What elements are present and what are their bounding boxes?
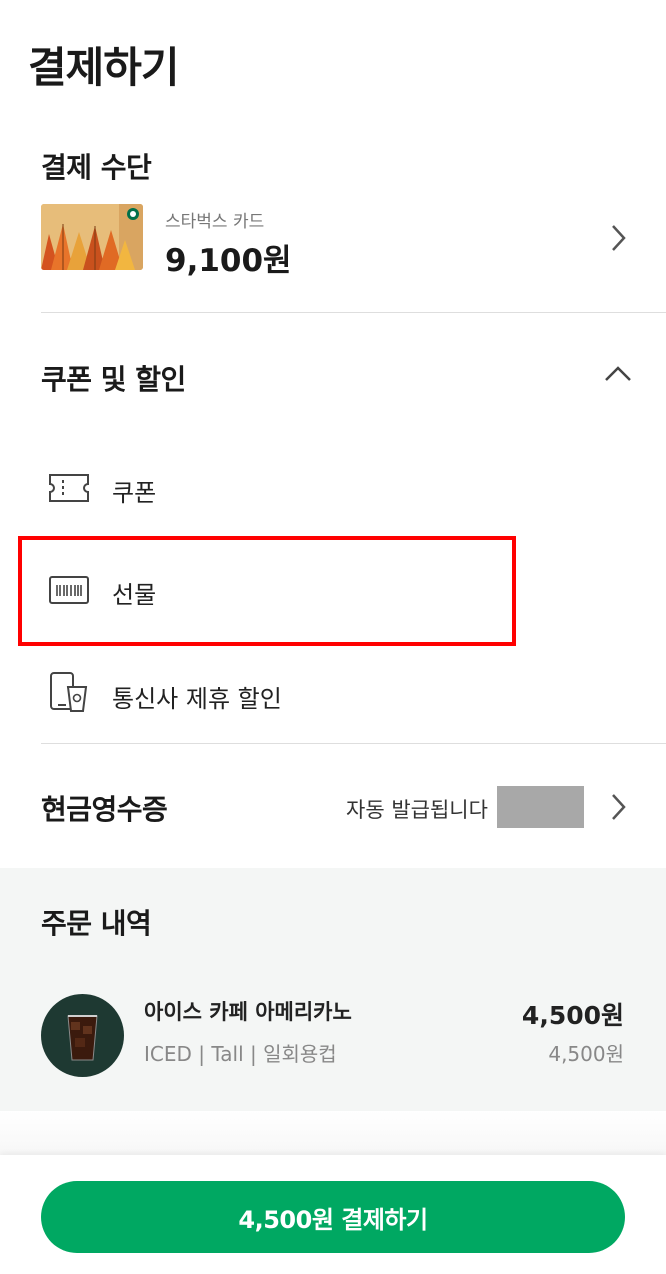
cash-receipt-title: 현금영수증 xyxy=(41,793,168,826)
divider xyxy=(41,312,666,313)
phone-cup-icon xyxy=(50,672,88,712)
chevron-right-icon xyxy=(612,794,626,820)
order-history-section: 주문 내역 아이스 카페 아메리카노 ICED | Tall | 일회용컵 4,… xyxy=(0,868,666,1111)
cash-receipt-status: 자동 발급됩니다 xyxy=(346,798,488,822)
redacted-block xyxy=(497,786,584,828)
iced-americano-image xyxy=(41,994,124,1077)
pay-button[interactable]: 4,500원 결제하기 xyxy=(41,1181,625,1253)
card-balance: 9,100원 xyxy=(165,243,292,279)
menu-label-carrier-discount: 통신사 제휴 할인 xyxy=(112,685,282,713)
coupon-section-header[interactable]: 쿠폰 및 할인 xyxy=(0,340,666,410)
chevron-right-icon xyxy=(612,225,626,251)
order-history-title: 주문 내역 xyxy=(41,907,152,940)
card-name: 스타벅스 카드 xyxy=(165,212,265,232)
payment-card-row[interactable]: 스타벅스 카드 9,100원 xyxy=(0,195,666,280)
order-item: 아이스 카페 아메리카노 ICED | Tall | 일회용컵 4,500원 4… xyxy=(0,988,666,1078)
divider xyxy=(41,743,666,744)
order-item-options: ICED | Tall | 일회용컵 xyxy=(144,1042,337,1066)
order-item-unit-price: 4,500원 xyxy=(548,1042,624,1066)
ticket-icon xyxy=(49,474,89,502)
payment-method-title: 결제 수단 xyxy=(41,151,152,184)
bottom-shadow xyxy=(0,1111,666,1155)
menu-item-coupon[interactable]: 쿠폰 xyxy=(0,455,666,521)
menu-item-carrier-discount[interactable]: 통신사 제휴 할인 xyxy=(0,659,666,725)
order-item-price: 4,500원 xyxy=(521,1001,624,1030)
chevron-up-icon xyxy=(605,366,631,381)
starbucks-card-image xyxy=(41,204,143,270)
order-item-name: 아이스 카페 아메리카노 xyxy=(144,1000,352,1024)
page-title: 결제하기 xyxy=(28,43,180,92)
menu-label-coupon: 쿠폰 xyxy=(112,479,157,507)
highlight-box xyxy=(18,536,516,646)
coupon-section-title: 쿠폰 및 할인 xyxy=(41,363,186,396)
